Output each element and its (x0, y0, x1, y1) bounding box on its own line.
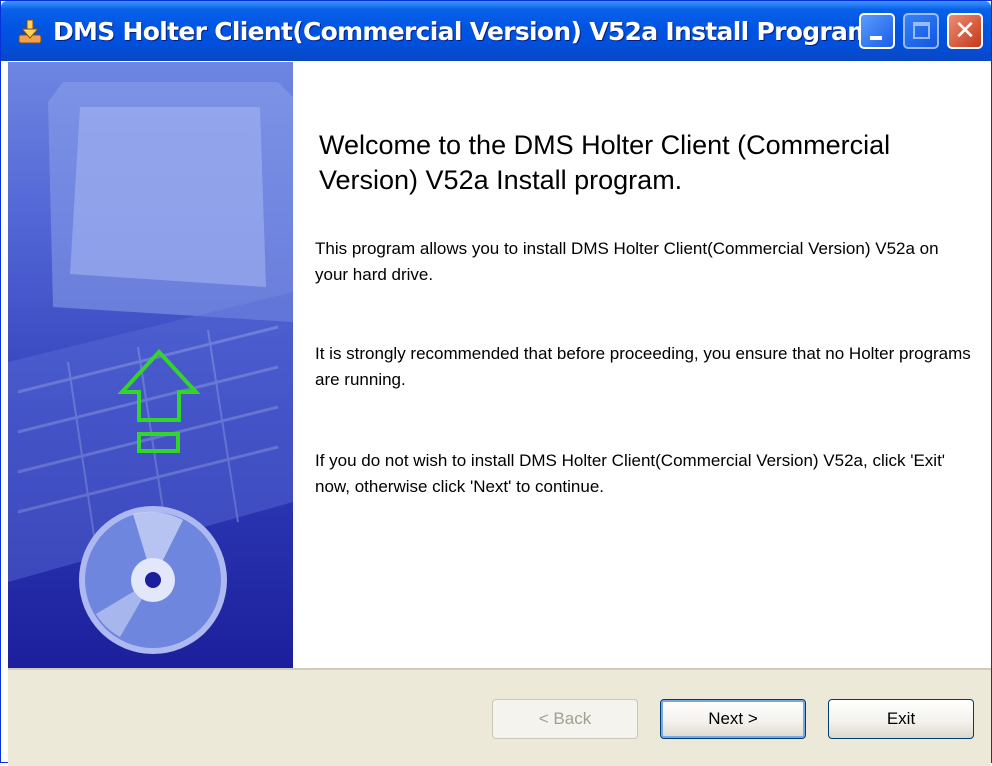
install-arrow-icon (18, 19, 42, 44)
welcome-title: Welcome to the DMS Holter Client (Commer… (319, 130, 891, 195)
cd-disc-icon (79, 506, 227, 654)
window-title: DMS Holter Client(Commercial Version) V5… (53, 17, 873, 46)
installer-banner (8, 62, 293, 668)
button-bar: < Back Next > Exit (8, 668, 991, 766)
computer-monitor-illustration (48, 82, 293, 322)
exit-button[interactable]: Exit (828, 699, 974, 739)
back-button[interactable]: < Back (492, 699, 638, 739)
close-icon: ✕ (954, 16, 976, 46)
recommendation-paragraph: It is strongly recommended that before p… (315, 344, 971, 389)
close-button[interactable]: ✕ (947, 13, 983, 49)
installer-window: DMS Holter Client(Commercial Version) V5… (0, 0, 992, 766)
banner-illustration (8, 82, 293, 654)
minimize-button[interactable] (859, 13, 895, 49)
welcome-content: Welcome to the DMS Holter Client (Commer… (293, 62, 983, 668)
maximize-button[interactable] (903, 13, 939, 49)
instruction-paragraph: If you do not wish to install DMS Holter… (315, 451, 946, 496)
intro-paragraph: This program allows you to install DMS H… (315, 239, 939, 284)
title-bar[interactable]: DMS Holter Client(Commercial Version) V5… (1, 1, 991, 61)
minimize-icon (870, 36, 882, 40)
maximize-icon (913, 22, 930, 39)
next-button[interactable]: Next > (660, 699, 806, 739)
